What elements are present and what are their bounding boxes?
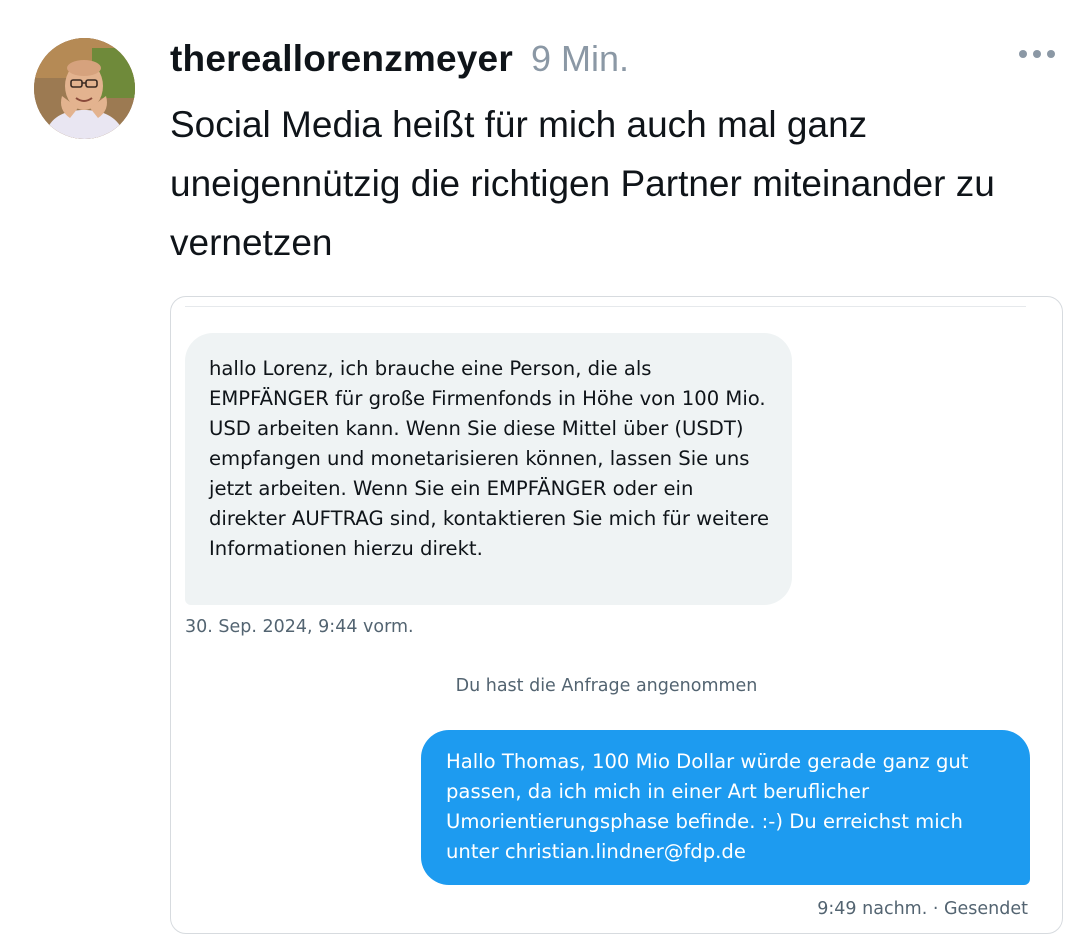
post-header: thereallorenzmeyer 9 Min. — [170, 38, 629, 84]
incoming-message-bubble: hallo Lorenz, ich brauche eine Person, d… — [185, 333, 792, 605]
request-accepted-notice: Du hast die Anfrage angenommen — [455, 676, 758, 696]
more-dot — [1047, 50, 1055, 58]
outgoing-timestamp: 9:49 nachm. · Gesendet — [817, 899, 1028, 919]
post-text: Social Media heißt für mich auch mal gan… — [170, 104, 995, 263]
more-dot — [1019, 50, 1027, 58]
more-horizontal-icon[interactable] — [1019, 50, 1055, 58]
outgoing-message-bubble: Hallo Thomas, 100 Mio Dollar würde gerad… — [421, 730, 1030, 885]
dm-screenshot-card[interactable]: hallo Lorenz, ich brauche eine Person, d… — [170, 296, 1063, 934]
incoming-timestamp: 30. Sep. 2024, 9:44 vorm. — [185, 617, 414, 637]
post-time[interactable]: 9 Min. — [531, 38, 629, 80]
profile-photo-image — [34, 38, 135, 139]
avatar[interactable] — [34, 38, 135, 139]
divider — [185, 306, 1026, 307]
more-dot — [1033, 50, 1041, 58]
username[interactable]: thereallorenzmeyer — [170, 38, 513, 80]
